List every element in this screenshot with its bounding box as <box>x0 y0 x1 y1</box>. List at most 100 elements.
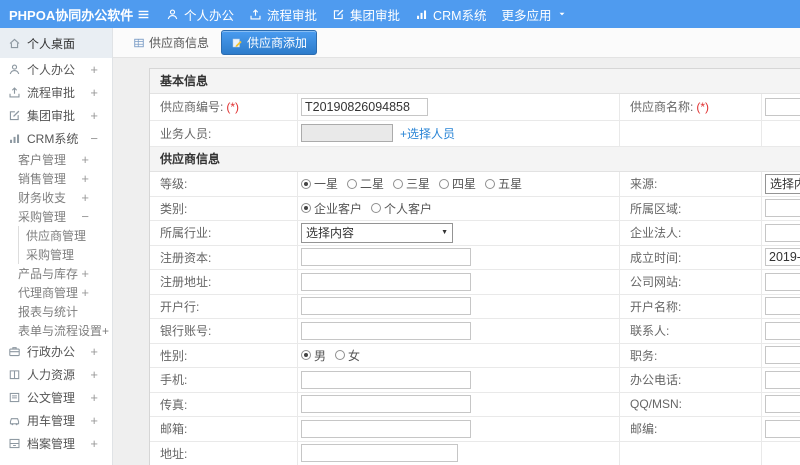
region-input[interactable] <box>765 199 800 218</box>
form-label-cell <box>620 441 762 465</box>
level-radio-group-option[interactable]: 二星 <box>347 175 384 192</box>
email-input[interactable] <box>301 419 471 438</box>
expand-plus-icon[interactable]: + <box>90 109 98 122</box>
select-staff-link[interactable]: +选择人员 <box>400 125 455 142</box>
nav-workflow-approval[interactable]: 流程审批 <box>249 5 317 24</box>
level-radio-group-option[interactable]: 五星 <box>485 175 522 192</box>
expand-plus-icon[interactable]: + <box>81 191 89 204</box>
founded-date-input[interactable] <box>765 248 800 267</box>
form-label-cell: 来源: <box>620 172 762 196</box>
sidebar-item-workflow-approval[interactable]: 流程审批 + <box>0 81 112 104</box>
sidebar-item-crm[interactable]: CRM系统 − <box>0 127 112 150</box>
form-field-cell: +选择人员 <box>298 120 620 146</box>
nav-group-approval[interactable]: 集团审批 <box>332 5 400 24</box>
sidebar-item-hr[interactable]: 人力资源 + <box>0 363 112 386</box>
category-radio-group-option[interactable]: 企业客户 <box>301 200 362 217</box>
sidebar-item-finance[interactable]: 财务收支 + <box>0 188 112 207</box>
expand-minus-icon[interactable]: − <box>90 132 98 145</box>
supplier-code-input[interactable] <box>301 97 428 116</box>
category-radio-group-option[interactable]: 个人客户 <box>371 200 432 217</box>
sidebar-item-supplier-mgmt[interactable]: 供应商管理 <box>0 226 112 245</box>
expand-plus-icon[interactable]: + <box>90 391 98 404</box>
sidebar-item-purchase-mgmt-sub[interactable]: 采购管理 <box>0 245 112 264</box>
sidebar-item-document-mgmt[interactable]: 公文管理 + <box>0 386 112 409</box>
form-row: 类别: 企业客户 个人客户 所属区域: <box>150 196 800 221</box>
form-label-cell: 邮编: <box>620 417 762 441</box>
level-radio-group-option[interactable]: 四星 <box>439 175 476 192</box>
sidebar-item-reports[interactable]: 报表与统计 <box>0 302 112 321</box>
level-radio-group-option[interactable]: 三星 <box>393 175 430 192</box>
sidebar-item-admin-office[interactable]: 行政办公 + <box>0 340 112 363</box>
sidebar-item-personal-desktop[interactable]: 个人桌面 <box>0 28 112 58</box>
sidebar-item-form-workflow-settings[interactable]: 表单与流程设置+ <box>0 321 112 340</box>
qq-msn-input[interactable] <box>765 395 800 414</box>
sidebar-item-agent-mgmt[interactable]: 代理商管理 + <box>0 283 112 302</box>
expand-plus-icon[interactable]: + <box>90 368 98 381</box>
gender-radio-group-option[interactable]: 男 <box>301 347 326 364</box>
form-row: 开户行: 开户名称: <box>150 294 800 319</box>
bank-account-input[interactable] <box>301 321 471 340</box>
sidebar-item-sales-mgmt-label: 销售管理 <box>18 172 67 186</box>
bank-branch-input[interactable] <box>301 297 471 316</box>
fax-input[interactable] <box>301 395 471 414</box>
form-field-cell <box>298 245 620 269</box>
zip-input[interactable] <box>765 419 800 438</box>
sidebar-item-finance-label: 财务收支 <box>18 191 67 205</box>
sidebar-item-purchase-mgmt[interactable]: 采购管理 − <box>0 207 112 226</box>
form-field-cell <box>762 197 800 221</box>
form-field-cell <box>762 368 800 392</box>
field-label: 联系人: <box>630 324 670 339</box>
level-radio-group: 一星 二星 三星 四星 五星 <box>301 175 522 192</box>
expand-plus-icon[interactable]: + <box>90 86 98 99</box>
gender-radio-group-option[interactable]: 女 <box>335 347 360 364</box>
staff-input[interactable] <box>301 124 393 143</box>
sidebar-item-group-approval[interactable]: 集团审批 + <box>0 104 112 127</box>
app-window: PHPOA协同办公软件 个人办公 流程审批 集团审批 CRM系统 更多应用 个人桌面 个人… <box>0 0 800 465</box>
nav-more-apps[interactable]: 更多应用 <box>502 5 567 24</box>
form-row: 所属行业: 选择内容 ▼ 企业法人: <box>150 221 800 246</box>
form-label-cell: 手机: <box>150 368 298 392</box>
sidebar-item-product-inventory[interactable]: 产品与库存 + <box>0 264 112 283</box>
industry-select[interactable]: 选择内容 ▼ <box>301 222 453 243</box>
expand-plus-icon[interactable]: + <box>81 172 89 185</box>
radio-label: 五星 <box>498 177 523 192</box>
sidebar: 个人桌面 个人办公 + 流程审批 + 集团审批 + CRM系统 − 客户管理 + 销售管理 + 财务收支 +… <box>0 28 113 465</box>
tab-supplier-add[interactable]: 供应商添加 <box>221 30 318 55</box>
menu-icon[interactable] <box>137 8 150 21</box>
sidebar-item-customer-mgmt[interactable]: 客户管理 + <box>0 150 112 169</box>
contact-input[interactable] <box>765 321 800 340</box>
expand-plus-icon[interactable]: + <box>81 153 89 166</box>
form-field-cell <box>762 94 800 120</box>
sidebar-item-personal-office[interactable]: 个人办公 + <box>0 58 112 81</box>
tab-supplier-info[interactable]: 供应商信息 <box>133 34 209 51</box>
expand-plus-icon[interactable]: + <box>90 345 98 358</box>
sidebar-item-archive-mgmt[interactable]: 档案管理 + <box>0 432 112 455</box>
source-select[interactable]: 选择内容▼ <box>765 173 800 194</box>
form-row: 性别: 男女职务: <box>150 343 800 368</box>
expand-plus-icon[interactable]: + <box>90 63 98 76</box>
sidebar-item-vehicle-mgmt[interactable]: 用车管理 + <box>0 409 112 432</box>
sidebar-item-sales-mgmt[interactable]: 销售管理 + <box>0 169 112 188</box>
website-input[interactable] <box>765 272 800 291</box>
address-input[interactable] <box>301 444 458 463</box>
position-input[interactable] <box>765 346 800 365</box>
radio-label: 企业客户 <box>314 201 363 216</box>
registered-capital-input[interactable] <box>301 248 471 267</box>
expand-plus-icon[interactable]: + <box>90 437 98 450</box>
nav-personal-office[interactable]: 个人办公 <box>166 5 234 24</box>
account-name-input[interactable] <box>765 297 800 316</box>
nav-crm[interactable]: CRM系统 <box>415 5 487 24</box>
field-label: 所属行业: <box>160 226 212 241</box>
mobile-input[interactable] <box>301 370 471 389</box>
nav-group-approval-label: 集团审批 <box>350 8 401 23</box>
car-icon <box>8 414 21 427</box>
expand-plus-icon[interactable]: + <box>81 267 89 280</box>
expand-plus-icon[interactable]: + <box>90 414 98 427</box>
registered-address-input[interactable] <box>301 272 471 291</box>
expand-plus-icon[interactable]: + <box>81 286 89 299</box>
expand-minus-icon[interactable]: − <box>81 210 89 223</box>
level-radio-group-option[interactable]: 一星 <box>301 175 338 192</box>
supplier-name-input[interactable] <box>765 97 800 116</box>
office-phone-input[interactable] <box>765 370 800 389</box>
legal-person-input[interactable] <box>765 223 800 242</box>
